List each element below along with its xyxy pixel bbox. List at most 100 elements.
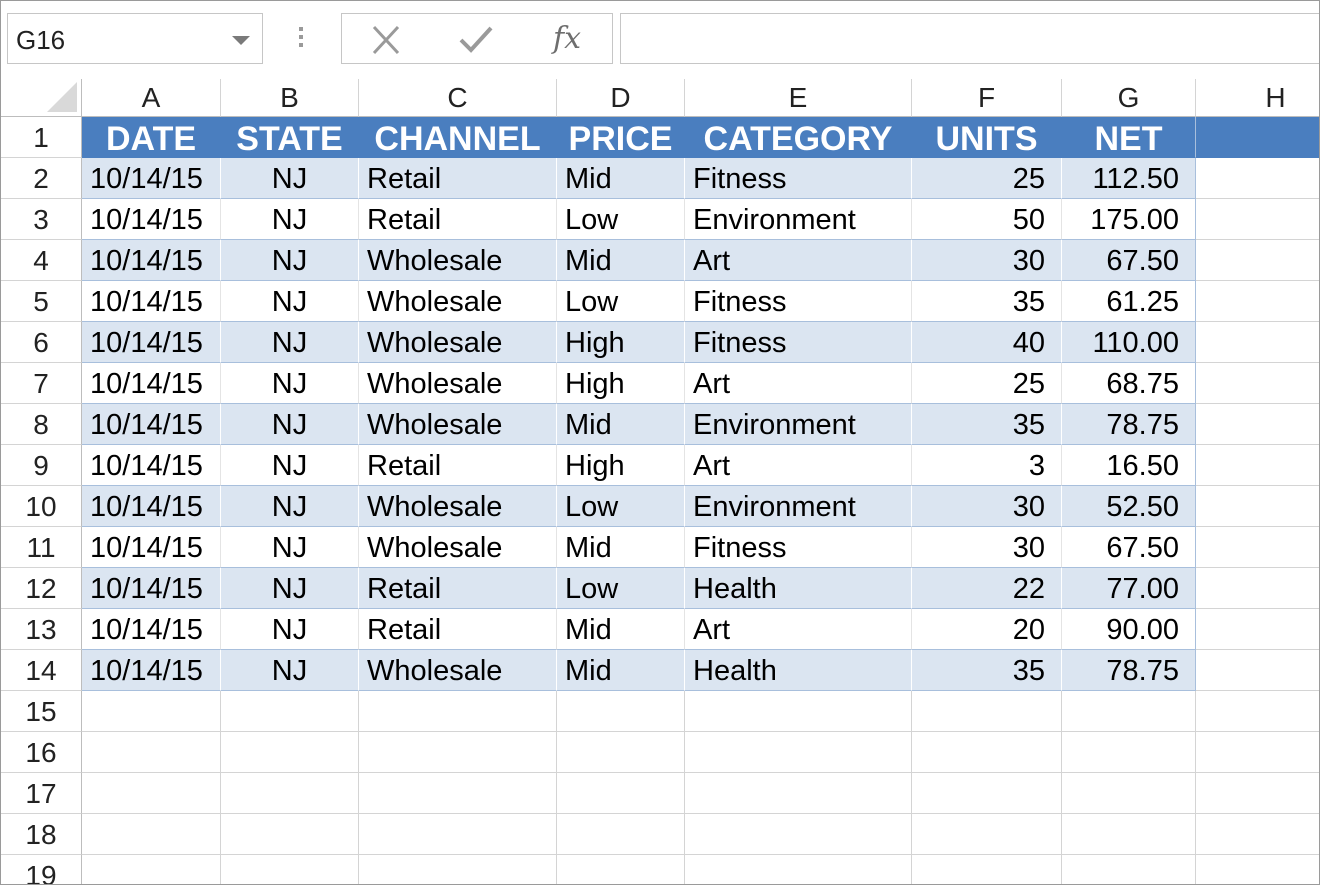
cell-e15[interactable] [685,691,912,732]
cell-e8[interactable]: Environment [685,404,912,445]
cell-f16[interactable] [912,732,1062,773]
cell-d2[interactable]: Mid [557,158,685,199]
cell-f19[interactable] [912,855,1062,884]
cell-a18[interactable] [82,814,221,855]
cell-g3[interactable]: 175.00 [1062,199,1196,240]
cell-f4[interactable]: 30 [912,240,1062,281]
row-header[interactable]: 9 [1,445,82,486]
cell-a10[interactable]: 10/14/15 [82,486,221,527]
cell-e5[interactable]: Fitness [685,281,912,322]
cell-b11[interactable]: NJ [221,527,359,568]
cell-d10[interactable]: Low [557,486,685,527]
column-header-h[interactable]: H [1196,79,1319,117]
cell-a8[interactable]: 10/14/15 [82,404,221,445]
cell-f15[interactable] [912,691,1062,732]
cell-g2[interactable]: 112.50 [1062,158,1196,199]
cell-c18[interactable] [359,814,557,855]
column-header-e[interactable]: E [685,79,912,117]
cell-b10[interactable]: NJ [221,486,359,527]
cell-e3[interactable]: Environment [685,199,912,240]
cell-c12[interactable]: Retail [359,568,557,609]
cell-g12[interactable]: 77.00 [1062,568,1196,609]
x-icon[interactable] [366,22,406,58]
cell-e13[interactable]: Art [685,609,912,650]
cell-f10[interactable]: 30 [912,486,1062,527]
cell-d17[interactable] [557,773,685,814]
cell-b8[interactable]: NJ [221,404,359,445]
cell-g4[interactable]: 67.50 [1062,240,1196,281]
row-header[interactable]: 12 [1,568,82,609]
cell-c16[interactable] [359,732,557,773]
cell-c19[interactable] [359,855,557,884]
cell-g8[interactable]: 78.75 [1062,404,1196,445]
cell-f17[interactable] [912,773,1062,814]
cell-e14[interactable]: Health [685,650,912,691]
cell-g13[interactable]: 90.00 [1062,609,1196,650]
row-header[interactable]: 2 [1,158,82,199]
cell-b17[interactable] [221,773,359,814]
cell-c3[interactable]: Retail [359,199,557,240]
cell-e2[interactable]: Fitness [685,158,912,199]
cell-f11[interactable]: 30 [912,527,1062,568]
row-header[interactable]: 6 [1,322,82,363]
cell-e17[interactable] [685,773,912,814]
cell-d11[interactable]: Mid [557,527,685,568]
cell-a5[interactable]: 10/14/15 [82,281,221,322]
cell-d9[interactable]: High [557,445,685,486]
cell-h17[interactable] [1196,773,1319,814]
cell-f5[interactable]: 35 [912,281,1062,322]
cell-g6[interactable]: 110.00 [1062,322,1196,363]
cell-d12[interactable]: Low [557,568,685,609]
cell-g19[interactable] [1062,855,1196,884]
cell-c15[interactable] [359,691,557,732]
cell-h14[interactable] [1196,650,1319,691]
row-header[interactable]: 14 [1,650,82,691]
cell-h1[interactable] [1196,117,1319,158]
cell-h13[interactable] [1196,609,1319,650]
header-cell[interactable]: STATE [221,117,359,158]
cell-f18[interactable] [912,814,1062,855]
cell-e12[interactable]: Health [685,568,912,609]
row-header[interactable]: 10 [1,486,82,527]
cell-g17[interactable] [1062,773,1196,814]
cell-g14[interactable]: 78.75 [1062,650,1196,691]
cell-f6[interactable]: 40 [912,322,1062,363]
cell-c5[interactable]: Wholesale [359,281,557,322]
cell-a19[interactable] [82,855,221,884]
cell-a14[interactable]: 10/14/15 [82,650,221,691]
cell-a4[interactable]: 10/14/15 [82,240,221,281]
cell-e11[interactable]: Fitness [685,527,912,568]
cell-h10[interactable] [1196,486,1319,527]
cell-c6[interactable]: Wholesale [359,322,557,363]
cell-h7[interactable] [1196,363,1319,404]
header-cell[interactable]: CHANNEL [359,117,557,158]
cell-b4[interactable]: NJ [221,240,359,281]
cell-d19[interactable] [557,855,685,884]
cell-e16[interactable] [685,732,912,773]
cell-b6[interactable]: NJ [221,322,359,363]
cell-g5[interactable]: 61.25 [1062,281,1196,322]
cell-a6[interactable]: 10/14/15 [82,322,221,363]
header-cell[interactable]: CATEGORY [685,117,912,158]
cell-h19[interactable] [1196,855,1319,884]
cell-f2[interactable]: 25 [912,158,1062,199]
select-all-button[interactable] [1,79,82,117]
row-header[interactable]: 8 [1,404,82,445]
column-header-b[interactable]: B [221,79,359,117]
header-cell[interactable]: PRICE [557,117,685,158]
cell-c9[interactable]: Retail [359,445,557,486]
header-cell[interactable]: DATE [82,117,221,158]
cell-b2[interactable]: NJ [221,158,359,199]
row-header[interactable]: 7 [1,363,82,404]
row-header[interactable]: 13 [1,609,82,650]
name-box[interactable]: G16 [7,13,263,64]
row-header[interactable]: 16 [1,732,82,773]
row-header[interactable]: 5 [1,281,82,322]
cell-d7[interactable]: High [557,363,685,404]
cell-e9[interactable]: Art [685,445,912,486]
row-header[interactable]: 18 [1,814,82,855]
cell-d4[interactable]: Mid [557,240,685,281]
cell-a15[interactable] [82,691,221,732]
cell-a12[interactable]: 10/14/15 [82,568,221,609]
cell-c10[interactable]: Wholesale [359,486,557,527]
